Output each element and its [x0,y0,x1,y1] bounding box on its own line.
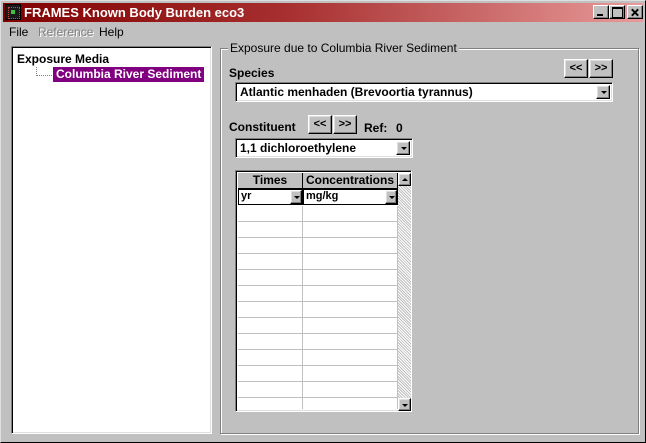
constituent-next-button[interactable]: >> [333,115,357,134]
grid-cell-concentration[interactable] [303,318,398,334]
species-prev-button[interactable]: << [564,59,588,78]
grid-cell-concentration[interactable] [303,350,398,366]
grid-cell-concentration[interactable] [303,398,398,409]
concentration-unit-select[interactable]: mg/kg [303,189,398,205]
scroll-down-button[interactable] [398,398,411,411]
menu-bar: File Reference Help [3,23,643,41]
species-dropdown[interactable]: Atlantic menhaden (Brevoortia tyrannus) [235,82,613,102]
window-title: FRAMES Known Body Burden eco3 [24,5,245,20]
grid-cell-concentration[interactable] [303,254,398,270]
grid-cell-time[interactable] [238,270,303,286]
grid-cell-concentration[interactable] [303,334,398,350]
minimize-button[interactable] [593,5,609,19]
grid-cell-time[interactable] [238,286,303,302]
grid-vertical-scrollbar[interactable] [398,173,411,411]
grid-cell-time[interactable] [238,366,303,382]
grid-cell-concentration[interactable] [303,238,398,254]
group-title: Exposure due to Columbia River Sediment [228,41,459,55]
species-label: Species [229,66,275,80]
grid-cell-time[interactable] [238,302,303,318]
ref-label: Ref: [364,121,388,135]
main-window: FRAMES Known Body Burden eco3 File Refer… [0,0,646,443]
grid-cell-time[interactable] [238,398,303,409]
constituent-dropdown[interactable]: 1,1 dichloroethylene [235,138,413,158]
grid-cell-concentration[interactable] [303,222,398,238]
grid-cell-time[interactable] [238,238,303,254]
grid-cell-concentration[interactable] [303,302,398,318]
grid-cell-concentration[interactable] [303,270,398,286]
maximize-button[interactable] [609,5,625,19]
tree-item-columbia-river-sediment[interactable]: Columbia River Sediment [53,67,205,82]
grid-cell-time[interactable] [238,318,303,334]
concentration-grid[interactable]: Times Concentrations yr mg/kg [235,170,412,412]
tree-connector [36,75,52,76]
grid-body: Times Concentrations yr mg/kg [238,173,398,409]
chevron-down-icon[interactable] [596,85,610,99]
menu-file[interactable]: File [9,25,28,39]
constituent-label: Constituent [229,120,296,134]
time-unit-value: yr [241,190,252,202]
app-icon[interactable] [5,4,21,20]
ref-value: 0 [396,121,403,135]
media-tree[interactable]: Exposure Media Columbia River Sediment [11,46,212,434]
time-unit-select[interactable]: yr [238,189,303,205]
chevron-down-icon[interactable] [385,190,397,204]
chevron-down-icon[interactable] [290,190,302,204]
close-button[interactable] [627,5,643,19]
grid-cell-time[interactable] [238,206,303,222]
grid-cell-time[interactable] [238,382,303,398]
constituent-prev-button[interactable]: << [308,115,332,134]
menu-help[interactable]: Help [99,25,124,39]
column-header-concentrations[interactable]: Concentrations [303,173,398,189]
grid-cell-time[interactable] [238,254,303,270]
species-next-button[interactable]: >> [589,59,613,78]
concentration-unit-value: mg/kg [306,190,339,202]
grid-cell-time[interactable] [238,334,303,350]
grid-cell-time[interactable] [238,350,303,366]
tree-root-exposure-media[interactable]: Exposure Media [17,52,109,66]
grid-cell-concentration[interactable] [303,366,398,382]
scroll-up-button[interactable] [398,173,411,186]
grid-cell-concentration[interactable] [303,286,398,302]
grid-cell-time[interactable] [238,222,303,238]
menu-reference[interactable]: Reference [38,25,93,39]
column-header-times[interactable]: Times [238,173,303,189]
chevron-down-icon[interactable] [396,141,410,155]
grid-cell-concentration[interactable] [303,206,398,222]
constituent-value: 1,1 dichloroethylene [240,141,357,155]
species-value: Atlantic menhaden (Brevoortia tyrannus) [240,85,473,99]
grid-cell-concentration[interactable] [303,382,398,398]
title-bar[interactable]: FRAMES Known Body Burden eco3 [3,3,643,22]
